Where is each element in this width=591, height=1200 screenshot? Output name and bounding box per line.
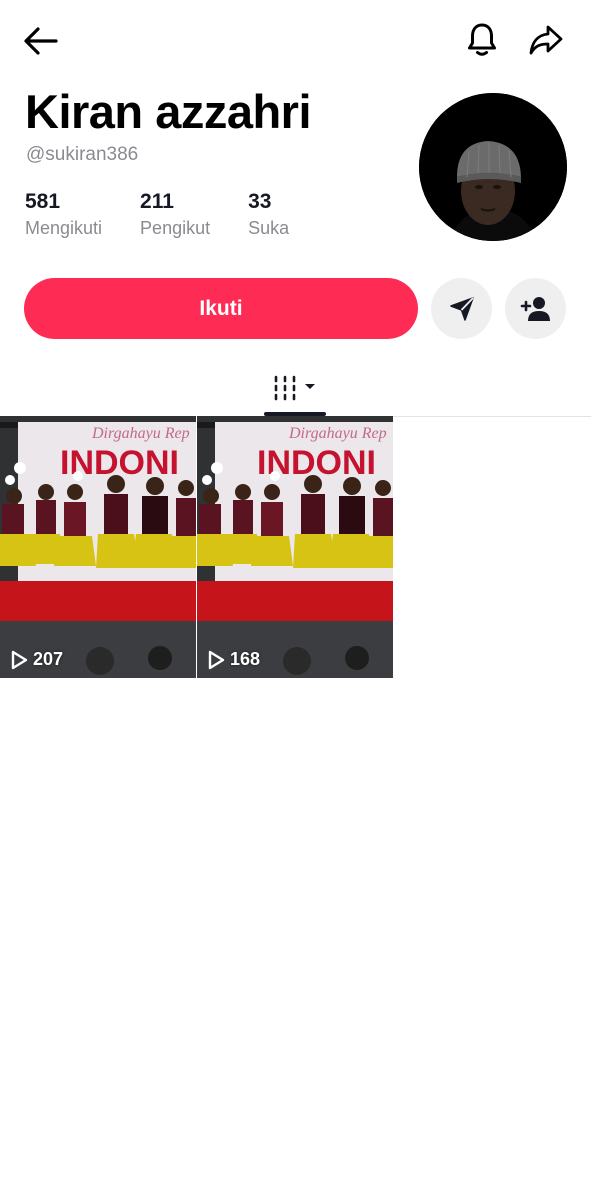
back-button[interactable]: [20, 20, 62, 62]
stat-value: 33: [248, 190, 272, 213]
view-count: 168: [207, 649, 260, 670]
avatar-photo: [419, 93, 567, 241]
message-button[interactable]: [431, 278, 492, 339]
stat-label: Mengikuti: [25, 218, 103, 238]
view-count-text: 207: [33, 649, 64, 669]
paper-plane-icon: [449, 296, 474, 321]
profile-page: Kiran azzahri @sukiran386 581 Mengikuti …: [0, 0, 591, 1200]
grid-columns-icon: [274, 375, 315, 401]
stat-label: Pengikut: [140, 218, 211, 238]
stat-label: Suka: [248, 218, 290, 238]
person-plus-icon: [520, 296, 550, 321]
video-thumbnail[interactable]: Dirgahayu Rep INDONI: [197, 416, 393, 678]
play-icon: [11, 650, 28, 669]
view-count: 207: [10, 649, 63, 670]
content-tabs: [0, 360, 591, 417]
view-count-text: 168: [230, 649, 261, 669]
share-button[interactable]: [524, 18, 568, 62]
notification-bell-button[interactable]: [460, 18, 504, 62]
username: @sukiran386: [26, 144, 139, 165]
stat-followers[interactable]: 211 Pengikut: [140, 188, 210, 240]
arrow-left-icon: [24, 27, 58, 55]
display-name: Kiran azzahri: [25, 85, 312, 138]
top-bar: [0, 0, 591, 80]
stat-value: 581: [25, 190, 61, 213]
play-icon: [208, 650, 225, 669]
add-friend-button[interactable]: [505, 278, 566, 339]
video-thumbnail-image: Dirgahayu Rep INDONI: [197, 416, 393, 678]
video-thumbnail-image: Dirgahayu Rep INDONI: [0, 416, 196, 678]
banner-text: Dirgahayu Rep: [288, 425, 387, 442]
stat-likes[interactable]: 33 Suka: [248, 188, 289, 240]
banner-text: Dirgahayu Rep: [91, 425, 190, 442]
share-arrow-icon: [529, 25, 563, 55]
bell-icon: [468, 23, 496, 56]
profile-stats: 581 Mengikuti 211 Pengikut 33 Suka: [25, 188, 327, 240]
follow-button[interactable]: Ikuti: [24, 278, 418, 339]
caret-down-icon: [305, 384, 315, 389]
stat-following[interactable]: 581 Mengikuti: [25, 188, 102, 240]
stat-value: 211: [140, 190, 174, 213]
tab-videos[interactable]: [264, 360, 326, 416]
avatar[interactable]: [419, 93, 567, 241]
video-thumbnail[interactable]: Dirgahayu Rep INDONI: [0, 416, 196, 678]
